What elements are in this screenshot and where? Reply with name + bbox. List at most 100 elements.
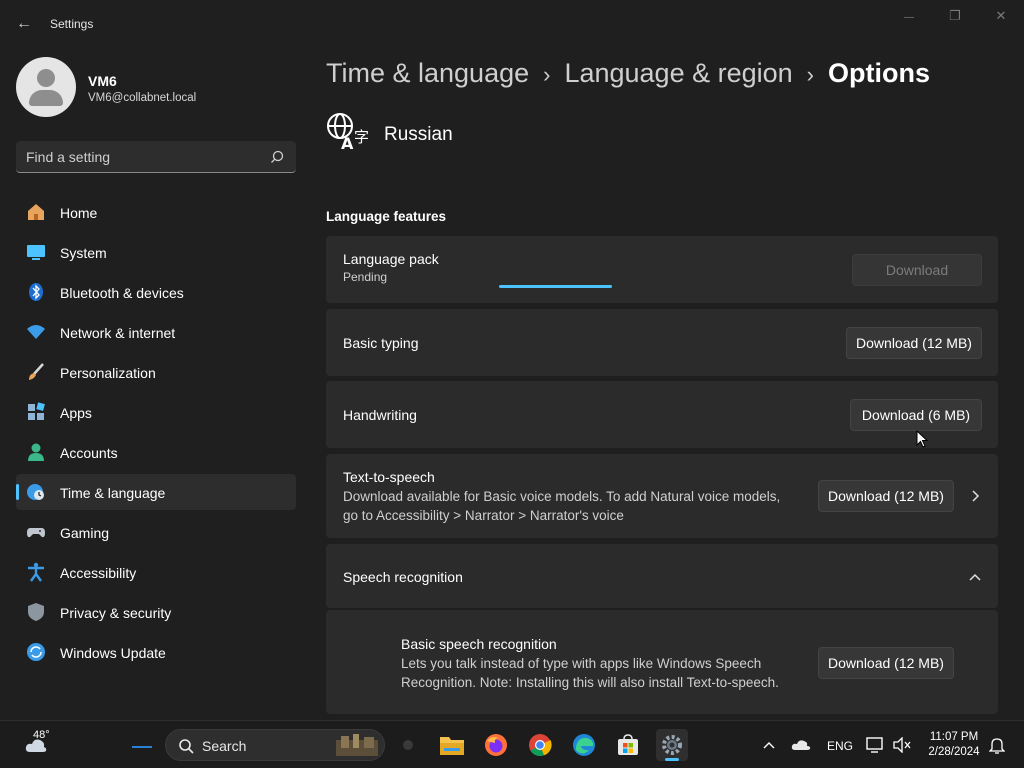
basic-speech-description-line1: Lets you talk instead of type with apps …: [401, 656, 762, 671]
firefox-button[interactable]: [480, 729, 512, 761]
sidebar-item-time-language[interactable]: Time & language: [16, 474, 296, 510]
onedrive-cloud-icon: [791, 740, 811, 750]
title-bar: ← Settings — ❐ ✕: [0, 0, 1024, 48]
gamepad-icon: [27, 528, 45, 538]
restore-icon: ❐: [949, 8, 961, 23]
taskbar: 48° Search ENG 11:07 PM 2/28/2024: [0, 720, 1024, 768]
shield-icon: [28, 603, 44, 621]
download-progress-bar: [499, 285, 612, 288]
language-icon: A 字: [327, 113, 368, 152]
chevron-up-icon[interactable]: [967, 569, 983, 585]
user-profile[interactable]: VM6 VM6@collabnet.local: [16, 57, 296, 117]
weather-temperature: 48°: [33, 729, 50, 741]
taskbar-search[interactable]: Search: [165, 729, 385, 761]
back-button[interactable]: ←: [12, 12, 36, 36]
sidebar-item-accounts[interactable]: Accounts: [16, 434, 296, 470]
sidebar-item-label: Windows Update: [60, 645, 166, 661]
back-arrow-icon: ←: [16, 15, 32, 32]
handwriting-download-button[interactable]: Download (6 MB): [850, 399, 982, 431]
clock-date: 2/28/2024: [928, 746, 980, 758]
sidebar-item-bluetooth[interactable]: Bluetooth & devices: [16, 274, 296, 310]
language-name: Russian: [384, 124, 453, 145]
input-language-indicator[interactable]: ENG: [827, 739, 853, 753]
section-title: Language features: [326, 209, 447, 224]
language-pack-status: Pending: [343, 270, 388, 284]
widgets-button[interactable]: [124, 729, 156, 761]
task-view-button[interactable]: [392, 729, 424, 761]
task-view-icon: [403, 740, 413, 750]
file-explorer-button[interactable]: [436, 729, 468, 761]
chrome-button[interactable]: [524, 729, 556, 761]
basic-speech-recognition-card: Basic speech recognition Lets you talk i…: [326, 610, 998, 714]
volume-button[interactable]: [886, 729, 918, 761]
close-button[interactable]: ✕: [986, 8, 1016, 26]
breadcrumb-time-language[interactable]: Time & language: [326, 58, 529, 88]
handwriting-title: Handwriting: [343, 407, 417, 423]
language-pack-title: Language pack: [343, 251, 439, 267]
search-input[interactable]: [26, 147, 266, 167]
sidebar-item-network[interactable]: Network & internet: [16, 314, 296, 350]
tts-title: Text-to-speech: [343, 469, 435, 485]
accessibility-icon: [28, 562, 44, 582]
clock[interactable]: 11:07 PM 2/28/2024: [920, 730, 988, 760]
button-label: Download (12 MB): [856, 335, 972, 351]
button-label: Download (12 MB): [828, 655, 944, 671]
text-to-speech-card[interactable]: Text-to-speech Download available for Ba…: [326, 454, 998, 538]
taskbar-search-label: Search: [202, 738, 247, 754]
sidebar-item-privacy[interactable]: Privacy & security: [16, 594, 296, 630]
sidebar-item-label: Accounts: [60, 445, 118, 461]
svg-text:字: 字: [354, 128, 368, 146]
settings-search: [16, 141, 296, 173]
sidebar-item-accessibility[interactable]: Accessibility: [16, 554, 296, 590]
wifi-icon: [27, 325, 45, 339]
search-icon: [179, 739, 194, 754]
store-button[interactable]: [612, 729, 644, 761]
running-indicator: [665, 758, 679, 761]
globe-clock-icon: [27, 484, 44, 500]
bluetooth-icon: [29, 283, 43, 301]
sidebar-item-gaming[interactable]: Gaming: [16, 514, 296, 550]
sidebar-item-home[interactable]: Home: [16, 194, 296, 230]
onedrive-button[interactable]: [785, 729, 817, 761]
app-title: Settings: [50, 17, 94, 31]
breadcrumb-language-region[interactable]: Language & region: [564, 58, 792, 88]
sidebar-item-label: Home: [60, 205, 98, 221]
system-icon: [27, 245, 45, 260]
show-hidden-icons-button[interactable]: [753, 729, 785, 761]
handwriting-card: Handwriting Download (6 MB): [326, 381, 998, 448]
user-email: VM6@collabnet.local: [88, 92, 197, 104]
widgets-icon: [132, 746, 152, 748]
sidebar-item-label: Privacy & security: [60, 605, 172, 621]
sidebar-item-label: Time & language: [60, 485, 166, 501]
restore-button[interactable]: ❐: [940, 8, 970, 26]
update-icon: [27, 643, 45, 661]
edge-button[interactable]: [568, 729, 600, 761]
sidebar-item-label: Network & internet: [60, 325, 176, 341]
notifications-button[interactable]: [981, 729, 1013, 761]
page-title: Options: [827, 58, 930, 88]
chevron-right-icon[interactable]: [967, 488, 983, 504]
user-name: VM6: [88, 73, 117, 89]
firefox-icon: [485, 734, 507, 756]
chrome-icon: [529, 734, 552, 757]
sidebar-item-apps[interactable]: Apps: [16, 394, 296, 430]
sidebar-item-label: Accessibility: [60, 565, 137, 581]
minimize-button[interactable]: —: [894, 8, 924, 26]
sidebar-item-personalization[interactable]: Personalization: [16, 354, 296, 390]
basic-typing-download-button[interactable]: Download (12 MB): [846, 327, 982, 359]
speech-recognition-header[interactable]: Speech recognition: [326, 544, 998, 608]
sidebar-item-label: Gaming: [60, 525, 110, 541]
sidebar-item-label: Bluetooth & devices: [60, 285, 184, 301]
language-pack-download-button[interactable]: Download: [852, 254, 982, 286]
button-label: Download: [885, 262, 949, 278]
sidebar-item-windows-update[interactable]: Windows Update: [16, 634, 296, 670]
basic-speech-download-button[interactable]: Download (12 MB): [818, 647, 954, 679]
bell-icon: [989, 738, 1005, 754]
settings-app-button[interactable]: [656, 729, 688, 761]
sidebar-item-system[interactable]: System: [16, 234, 296, 270]
tts-download-button[interactable]: Download (12 MB): [818, 480, 954, 512]
tts-description-line1: Download available for Basic voice model…: [343, 489, 781, 504]
network-monitor-icon: [866, 737, 883, 753]
speech-recognition-title: Speech recognition: [343, 569, 463, 585]
search-icon[interactable]: [270, 150, 284, 164]
